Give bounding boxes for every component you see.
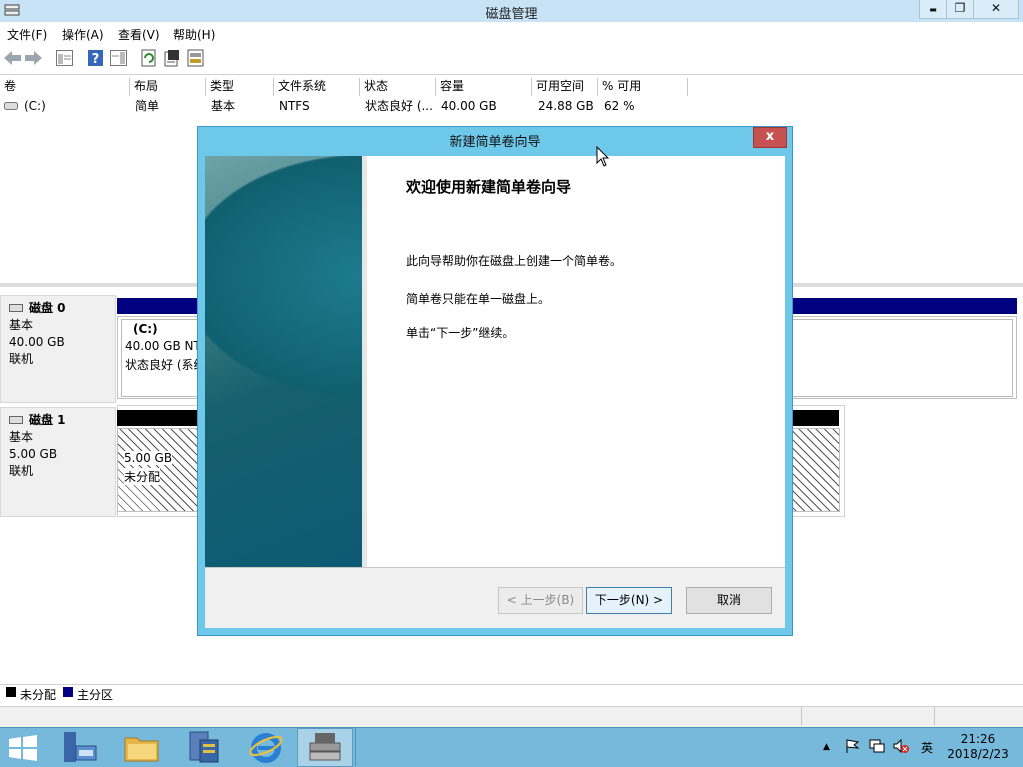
disk-1-state: 联机	[9, 464, 34, 478]
legend-label-unallocated: 未分配	[20, 688, 57, 702]
clock[interactable]: 21:26 2018/2/23	[940, 732, 1016, 762]
clock-time: 21:26	[960, 732, 996, 746]
wizard-text-intro: 此向导帮助你在磁盘上创建一个简单卷。	[406, 254, 623, 268]
table-cell-capacity: 40.00 GB	[441, 99, 497, 113]
drive-icon	[4, 102, 18, 110]
tray-expand-icon[interactable]: ▲	[823, 742, 830, 752]
legend-swatch-unallocated	[6, 687, 16, 697]
disk-settings-icon[interactable]	[187, 49, 204, 67]
disk-1-size: 5.00 GB	[9, 447, 58, 461]
refresh-icon[interactable]	[141, 49, 157, 67]
powershell-icon[interactable]	[186, 730, 222, 764]
column-header-free-space[interactable]: 可用空间	[532, 78, 598, 96]
close-button[interactable]: ✕	[973, 0, 1019, 19]
disk-0-state: 联机	[9, 352, 34, 366]
wizard-heading: 欢迎使用新建简单卷向导	[406, 178, 572, 196]
file-explorer-icon[interactable]	[124, 732, 160, 762]
properties-icon[interactable]	[164, 49, 180, 67]
table-cell-type: 基本	[211, 99, 236, 113]
table-cell-layout: 简单	[135, 99, 160, 113]
network-icon[interactable]	[869, 739, 885, 753]
column-header-status[interactable]: 状态	[360, 78, 436, 96]
legend-label-primary: 主分区	[77, 688, 114, 702]
status-divider	[801, 707, 802, 725]
close-icon: x	[765, 129, 775, 144]
dialog-title: 新建简单卷向导	[449, 135, 541, 150]
minimize-icon: ▬	[929, 5, 937, 14]
disk-0-label[interactable]: 磁盘 0 基本 40.00 GB 联机	[0, 295, 116, 403]
partition-c-label: (C:)	[133, 322, 158, 336]
table-cell-percent-free: 62 %	[604, 99, 635, 113]
column-header-type[interactable]: 类型	[206, 78, 274, 96]
back-arrow-icon[interactable]	[4, 51, 22, 65]
taskbar-divider	[355, 728, 356, 766]
menu-action[interactable]: 操作(A)	[62, 26, 104, 43]
legend	[0, 684, 1023, 707]
next-button[interactable]: 下一步(N) >	[586, 587, 672, 614]
dialog-separator	[205, 567, 785, 568]
menu-help[interactable]: 帮助(H)	[173, 26, 215, 43]
unallocated-label: 未分配	[124, 468, 161, 485]
dialog-close-button[interactable]: x	[753, 127, 787, 148]
volume-muted-icon[interactable]	[893, 739, 909, 753]
restore-icon: ❐	[954, 1, 966, 15]
partition-c-status: 状态良好 (系统	[125, 358, 197, 372]
back-button[interactable]: < 上一步(B)	[498, 587, 583, 614]
forward-arrow-icon[interactable]	[24, 51, 42, 65]
disk-1-name: 磁盘 1	[29, 413, 66, 427]
wizard-text-single-disk: 简单卷只能在单一磁盘上。	[406, 292, 551, 306]
menu-file[interactable]: 文件(F)	[7, 26, 47, 43]
show-action-pane-icon[interactable]	[110, 50, 127, 66]
column-header-filesystem[interactable]: 文件系统	[274, 78, 360, 96]
minimize-button[interactable]: ▬	[919, 0, 947, 19]
table-cell-status: 状态良好 (...	[365, 99, 433, 113]
unallocated-size: 5.00 GB	[124, 451, 173, 465]
wizard-text-continue: 单击“下一步”继续。	[406, 326, 515, 340]
close-icon: ✕	[990, 1, 1002, 15]
wizard-content	[362, 156, 785, 567]
wizard-banner-image	[205, 156, 362, 567]
menu-view[interactable]: 查看(V)	[118, 26, 160, 43]
console-tree-icon[interactable]	[56, 50, 73, 66]
flag-icon[interactable]	[845, 739, 859, 753]
column-header-percent-free[interactable]: % 可用	[598, 78, 688, 96]
mouse-cursor-icon	[596, 146, 610, 167]
disk-0-name: 磁盘 0	[29, 301, 66, 315]
disk-icon	[9, 304, 23, 312]
restore-button[interactable]: ❐	[946, 0, 974, 19]
ime-indicator[interactable]: 英	[921, 739, 933, 756]
cancel-button[interactable]: 取消	[686, 587, 772, 614]
clock-date: 2018/2/23	[947, 747, 1009, 761]
disk-management-icon	[309, 733, 341, 761]
table-cell-filesystem: NTFS	[279, 99, 310, 113]
disk-0-size: 40.00 GB	[9, 335, 65, 349]
disk-0-type: 基本	[9, 318, 34, 332]
disk-1-label[interactable]: 磁盘 1 基本 5.00 GB 联机	[0, 407, 116, 517]
column-header-layout[interactable]: 布局	[130, 78, 206, 96]
column-header-volume[interactable]: 卷	[0, 78, 130, 96]
window-title: 磁盘管理	[485, 7, 538, 22]
legend-swatch-primary	[63, 687, 73, 697]
help-icon[interactable]: ?	[88, 50, 103, 66]
status-bar	[0, 706, 1023, 727]
internet-explorer-icon[interactable]	[248, 730, 284, 764]
column-header-capacity[interactable]: 容量	[436, 78, 532, 96]
server-manager-icon[interactable]	[62, 730, 98, 764]
disk-icon	[9, 416, 23, 424]
svg-text:?: ?	[92, 52, 100, 66]
table-cell-free-space: 24.88 GB	[538, 99, 594, 113]
table-cell-volume[interactable]: (C:)	[24, 99, 46, 113]
partition-c-size: 40.00 GB NTFS	[125, 339, 197, 353]
status-divider	[934, 707, 935, 725]
disk-1-type: 基本	[9, 430, 34, 444]
start-icon[interactable]	[8, 735, 38, 761]
